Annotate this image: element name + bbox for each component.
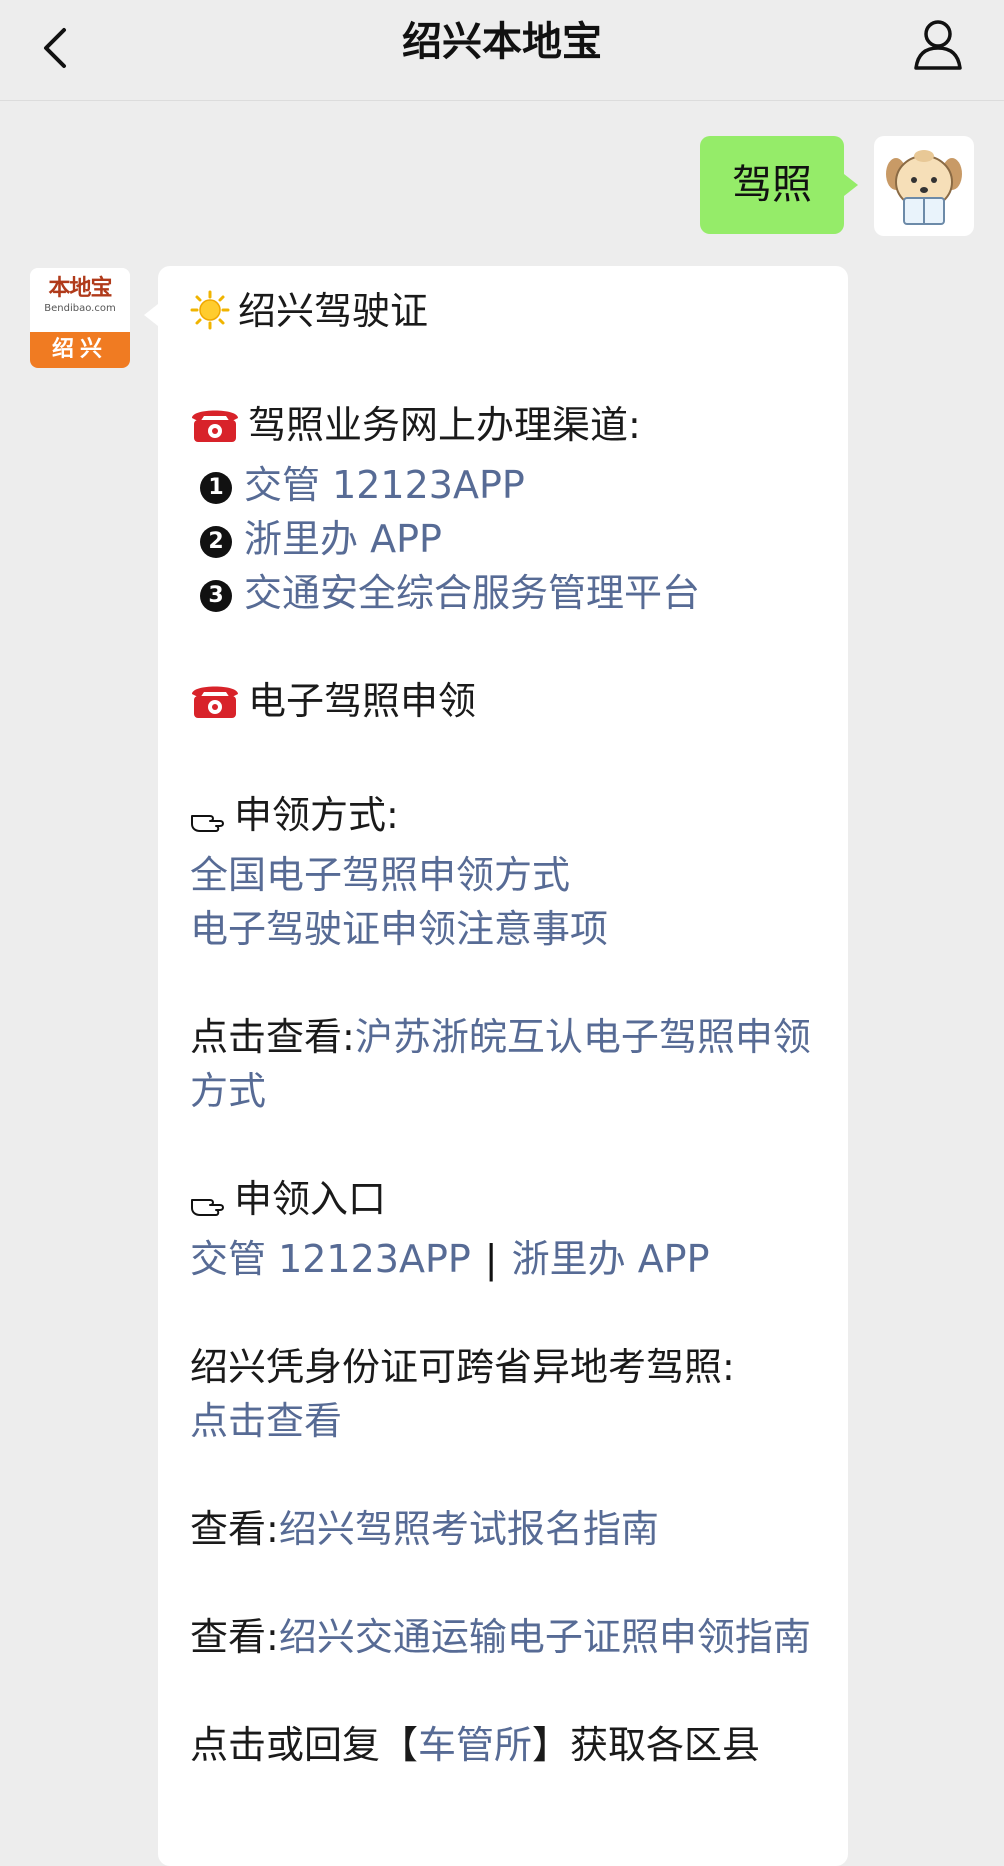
entry-link-12123[interactable]: 交管 12123APP [190,1237,471,1281]
received-message-bubble: 绍兴驾驶证 驾照业务网上办理渠道: 1 交管 12123APP 2 浙里办 APP … [144,266,848,1866]
vehicle-office-link[interactable]: 车管所 [418,1723,532,1767]
entry-link-zheliban[interactable]: 浙里办 APP [512,1237,710,1281]
avatar-brand-text: 本地宝 [48,276,112,301]
method-link-national[interactable]: 全国电子驾照申领方式 [190,848,818,902]
click-view-line: 点击查看:沪苏浙皖互认电子驾照申领方式 [190,1015,811,1113]
number-2-icon: 2 [200,526,232,558]
number-3-icon: 3 [200,580,232,612]
view-line-exam: 查看:绍兴驾照考试报名指南 [190,1507,659,1551]
entry-links: 交管 12123APP | 浙里办 APP [190,1232,818,1286]
message-heading: 绍兴驾驶证 [190,284,818,344]
method-link-notes[interactable]: 电子驾驶证申领注意事项 [190,902,818,956]
method-title: 申领方式: [190,788,818,848]
section-title-online-channels: 驾照业务网上办理渠道: [190,398,818,458]
telephone-icon [190,404,240,458]
cross-province-text: 绍兴凭身份证可跨省异地考驾照: [190,1345,735,1389]
dog-reading-avatar-icon [886,150,962,225]
divider: | [484,1237,498,1281]
sun-icon [190,290,230,344]
channel-link[interactable]: 浙里办 APP [244,517,442,561]
user-icon [914,20,962,70]
avatar-city-text: 绍兴 [30,332,130,368]
channel-link[interactable]: 交管 12123APP [244,463,525,507]
view-line-transport: 查看:绍兴交通运输电子证照申领指南 [190,1615,811,1659]
pointing-hand-icon [190,1178,226,1232]
number-1-icon: 1 [200,472,232,504]
avatar-url-text: Bendibao.com [44,303,116,314]
entry-title: 申领入口 [190,1172,818,1232]
profile-button[interactable] [908,14,968,74]
channel-item: 2 浙里办 APP [190,512,818,566]
sent-message-bubble[interactable]: 驾照 [700,136,858,234]
channel-item: 3 交通安全综合服务管理平台 [190,566,818,620]
pointing-hand-icon [190,794,226,848]
transport-license-link[interactable]: 绍兴交通运输电子证照申领指南 [279,1615,811,1659]
telephone-icon [190,680,240,734]
reply-line: 点击或回复【车管所】获取各区县 [190,1723,761,1767]
user-avatar[interactable] [874,136,974,236]
official-account-avatar[interactable]: 本地宝 Bendibao.com 绍兴 [30,268,130,368]
top-bar: 绍兴本地宝 [0,0,1004,101]
cross-province-link[interactable]: 点击查看 [190,1394,818,1448]
channel-item: 1 交管 12123APP [190,458,818,512]
section-title-e-license: 电子驾照申领 [190,674,818,734]
channel-link[interactable]: 交通安全综合服务管理平台 [244,571,700,615]
page-title: 绍兴本地宝 [402,19,602,65]
exam-guide-link[interactable]: 绍兴驾照考试报名指南 [279,1507,659,1551]
